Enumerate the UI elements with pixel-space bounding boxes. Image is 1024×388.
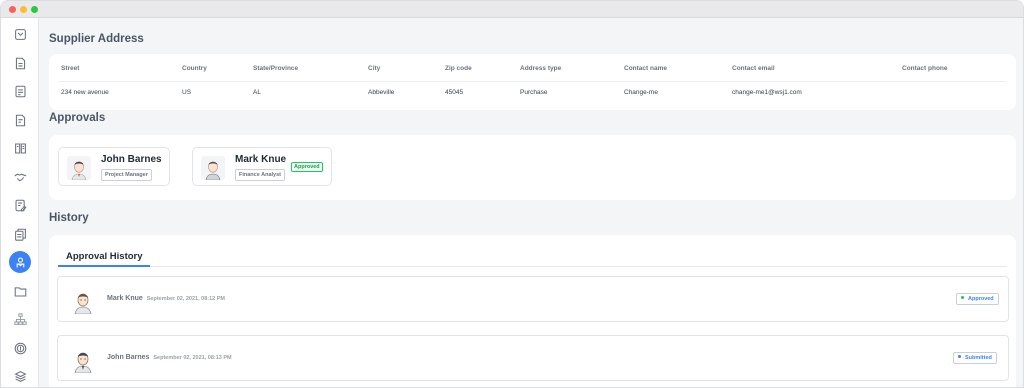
status-label: Approved (968, 296, 994, 302)
column-header: Country (182, 65, 207, 72)
history-user-name: Mark Knue (107, 295, 143, 302)
handshake-icon[interactable] (9, 166, 31, 188)
minimize-window-button[interactable] (20, 6, 27, 13)
app-window: Supplier Address Street Country State/Pr… (0, 0, 1024, 388)
approver-name: John Barnes (101, 154, 162, 165)
supplier-address-table: Street Country State/Province City Zip c… (49, 54, 1016, 110)
status-dot-icon (961, 296, 964, 299)
document-icon[interactable] (9, 52, 31, 74)
table-cell: 234 new avenue (61, 89, 109, 96)
table-cell: change-me1@wsj1.com (732, 89, 802, 96)
history-entry-text: Mark Knue September 02, 2021, 08:12 PM (107, 295, 225, 302)
history-timestamp: September 02, 2021, 08:13 PM (153, 355, 232, 361)
column-header: Contact name (624, 65, 667, 72)
status-badge: Submitted (953, 352, 997, 364)
status-label: Submitted (965, 355, 992, 361)
history-user-name: John Barnes (107, 354, 150, 361)
clipboard-icon[interactable] (9, 109, 31, 131)
column-header: State/Province (253, 65, 299, 72)
active-tab-indicator (58, 265, 150, 267)
history-item[interactable]: John Barnes September 02, 2021, 08:13 PM… (57, 335, 1009, 381)
status-dot-icon (958, 355, 961, 358)
approvals-icon[interactable] (9, 251, 31, 273)
column-header: Contact phone (902, 65, 948, 72)
tab-approval-history[interactable]: Approval History (66, 251, 143, 262)
status-badge: Approved (956, 293, 999, 305)
avatar (67, 156, 91, 180)
approver-role-badge: Project Manager (101, 169, 152, 181)
approvals-title: Approvals (49, 112, 106, 124)
approver-card[interactable]: Mark Knue Approved Finance Analyst (192, 147, 332, 186)
approver-role-badge: Finance Analyst (235, 169, 285, 181)
history-timestamp: September 02, 2021, 08:12 PM (146, 296, 226, 302)
table-cell: Change-me (624, 89, 658, 96)
avatar (74, 293, 92, 314)
org-chart-icon[interactable] (9, 308, 31, 330)
history-card: Approval History Mark Knue September 02,… (49, 235, 1016, 387)
table-cell: US (182, 89, 192, 96)
avatar (74, 352, 92, 373)
table-cell: Abbeville (368, 89, 395, 96)
approvals-card: John Barnes Project Manager Mark Knue Ap… (49, 135, 1016, 200)
table-divider (59, 81, 1006, 82)
inbox-icon[interactable] (9, 23, 31, 45)
column-header: Street (61, 65, 80, 72)
avatar (201, 156, 225, 180)
folder-icon[interactable] (9, 280, 31, 302)
column-header: Zip code (445, 65, 472, 72)
edit-doc-icon[interactable] (9, 194, 31, 216)
checklist-icon[interactable] (9, 80, 31, 102)
table-cell: Purchase (520, 89, 548, 96)
title-bar (1, 1, 1023, 18)
close-window-button[interactable] (9, 6, 16, 13)
maximize-window-button[interactable] (31, 6, 38, 13)
history-title: History (49, 212, 89, 224)
approver-card[interactable]: John Barnes Project Manager (58, 147, 170, 186)
sidebar (1, 18, 39, 387)
column-header: City (368, 65, 381, 72)
supplier-address-title: Supplier Address (49, 33, 144, 45)
history-item[interactable]: Mark Knue September 02, 2021, 08:12 PM A… (57, 276, 1009, 322)
book-icon[interactable] (9, 137, 31, 159)
tab-divider (58, 266, 1007, 267)
table-cell: 45045 (445, 89, 464, 96)
column-header: Address type (520, 65, 562, 72)
status-badge: Approved (291, 162, 323, 172)
column-header: Contact email (732, 65, 775, 72)
table-cell: AL (253, 89, 261, 96)
history-entry-text: John Barnes September 02, 2021, 08:13 PM (107, 354, 232, 361)
layers-icon[interactable] (9, 365, 31, 387)
dollar-icon[interactable] (9, 337, 31, 359)
approver-name: Mark Knue (235, 154, 287, 165)
files-icon[interactable] (9, 223, 31, 245)
